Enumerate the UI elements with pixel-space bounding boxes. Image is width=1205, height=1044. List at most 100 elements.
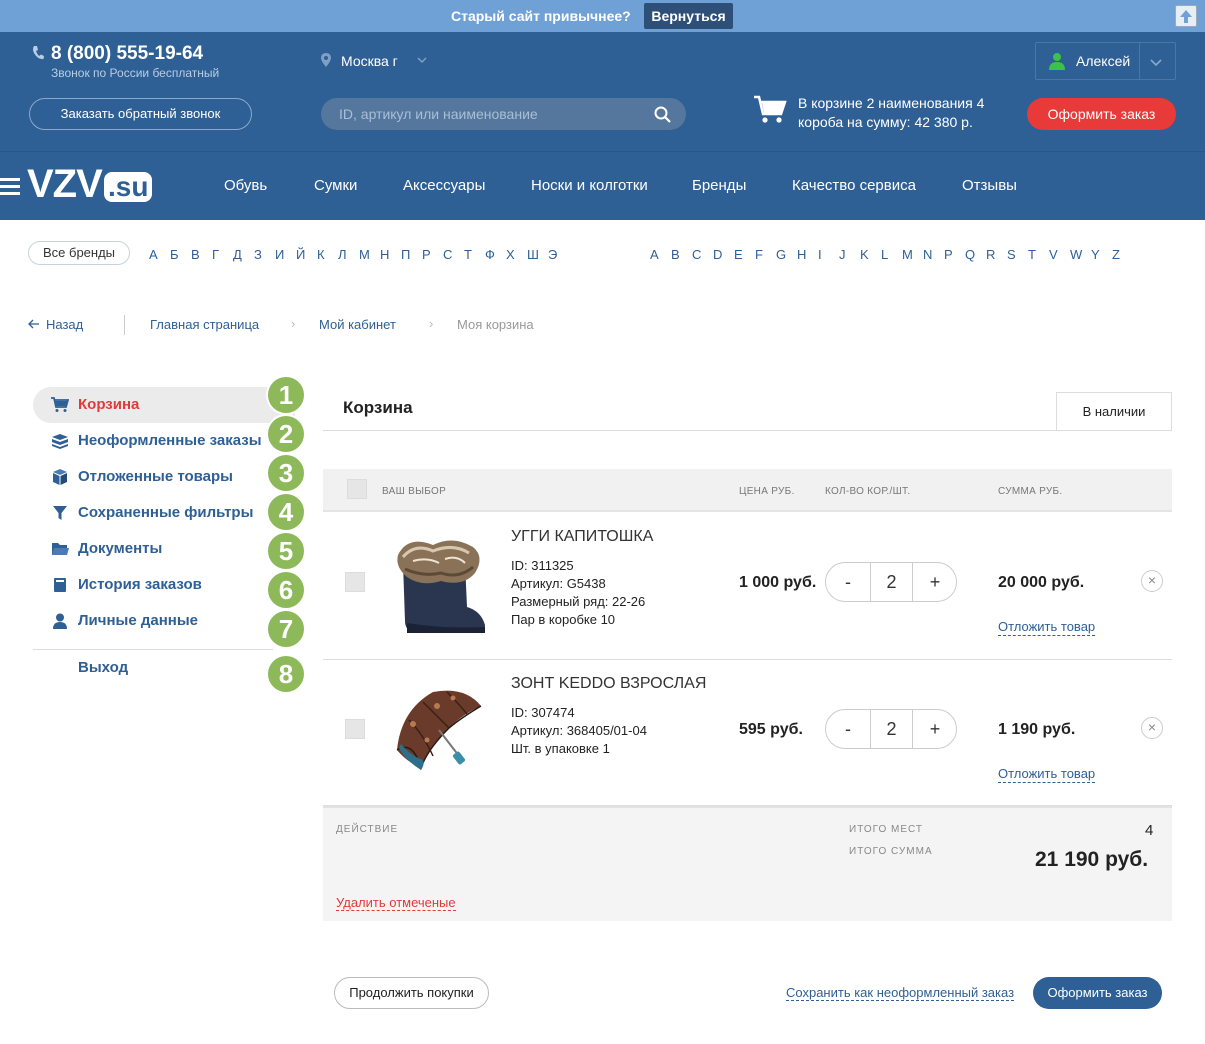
quantity-value[interactable]: 2 (870, 710, 913, 748)
product-name[interactable]: УГГИ КАПИТОШКА (511, 528, 653, 546)
remove-icon[interactable]: × (1141, 570, 1163, 592)
remove-icon[interactable]: × (1141, 717, 1163, 739)
brand-letter[interactable]: Z (1112, 247, 1120, 262)
brand-letter[interactable]: J (839, 247, 846, 262)
brand-letter[interactable]: Б (170, 247, 179, 262)
product-image[interactable] (393, 535, 488, 640)
brand-letter[interactable]: K (860, 247, 869, 262)
nav-item-accessories[interactable]: Аксессуары (403, 177, 485, 194)
return-button[interactable]: Вернуться (644, 3, 733, 29)
row-checkbox[interactable] (345, 572, 365, 592)
tab-in-stock[interactable]: В наличии (1056, 392, 1172, 431)
quantity-value[interactable]: 2 (870, 563, 913, 601)
sidebar-item-deferred[interactable]: Отложенные товары (33, 459, 295, 495)
sidebar-item-documents[interactable]: Документы (33, 531, 295, 567)
brand-letter[interactable]: A (650, 247, 659, 262)
continue-shopping-button[interactable]: Продолжить покупки (334, 977, 489, 1009)
sidebar-item-exit[interactable]: Выход (33, 650, 295, 686)
brand-letter[interactable]: Y (1091, 247, 1100, 262)
brand-letter[interactable]: Н (380, 247, 389, 262)
search-icon[interactable] (654, 106, 671, 123)
brand-letter[interactable]: В (191, 247, 200, 262)
brand-letter[interactable]: Т (464, 247, 472, 262)
increase-button[interactable]: + (913, 563, 957, 601)
brand-letter[interactable]: I (818, 247, 822, 262)
nav-item-bags[interactable]: Сумки (314, 177, 357, 194)
brand-letter[interactable]: R (986, 247, 995, 262)
brand-letter[interactable]: E (734, 247, 743, 262)
brand-letter[interactable]: Х (506, 247, 515, 262)
cart-icon[interactable] (753, 95, 787, 125)
brand-letter[interactable]: И (275, 247, 284, 262)
brand-letter[interactable]: А (149, 247, 158, 262)
defer-link[interactable]: Отложить товар (998, 766, 1096, 783)
brand-letter[interactable]: P (944, 247, 953, 262)
brand-letter[interactable]: T (1028, 247, 1036, 262)
decrease-button[interactable]: - (826, 563, 870, 601)
breadcrumb-cabinet[interactable]: Мой кабинет (319, 317, 396, 332)
increase-button[interactable]: + (913, 710, 957, 748)
brand-letter[interactable]: Э (548, 247, 557, 262)
brand-letter[interactable]: N (923, 247, 932, 262)
chevron-down-icon[interactable] (416, 54, 428, 66)
nav-item-service[interactable]: Качество сервиса (792, 177, 916, 194)
nav-item-socks[interactable]: Носки и колготки (531, 177, 648, 194)
sidebar-item-drafts[interactable]: Неоформленные заказы (33, 423, 295, 459)
brand-letter[interactable]: L (881, 247, 888, 262)
callback-button[interactable]: Заказать обратный звонок (29, 98, 252, 130)
brand-letter[interactable]: S (1007, 247, 1016, 262)
scroll-up-button[interactable] (1175, 5, 1197, 27)
menu-icon[interactable] (0, 176, 22, 198)
select-all-checkbox[interactable] (347, 479, 367, 499)
brand-letter[interactable]: D (713, 247, 722, 262)
brand-letter[interactable]: Л (338, 247, 347, 262)
site-logo[interactable]: VZV .su (0, 162, 160, 209)
brand-letter[interactable]: С (443, 247, 452, 262)
phone-number[interactable]: 8 (800) 555-19-64 (51, 43, 203, 65)
brand-letter[interactable]: М (359, 247, 370, 262)
brand-letter[interactable]: Д (233, 247, 242, 262)
all-brands-button[interactable]: Все бренды (28, 241, 130, 265)
defer-link[interactable]: Отложить товар (998, 619, 1096, 636)
brand-letter[interactable]: Ф (485, 247, 495, 262)
chevron-down-icon[interactable] (1149, 55, 1163, 69)
brand-letter[interactable]: M (902, 247, 913, 262)
brand-letter[interactable]: Q (965, 247, 975, 262)
sidebar-item-filters[interactable]: Сохраненные фильтры (33, 495, 295, 531)
decrease-button[interactable]: - (826, 710, 870, 748)
user-menu[interactable]: Алексей (1035, 42, 1176, 80)
brand-letter[interactable]: W (1070, 247, 1082, 262)
brand-letter[interactable]: З (254, 247, 262, 262)
brand-letter[interactable]: П (401, 247, 410, 262)
brand-letter[interactable]: F (755, 247, 763, 262)
save-draft-link[interactable]: Сохранить как неоформленный заказ (786, 985, 1015, 1001)
checkout-button[interactable]: Оформить заказ (1027, 98, 1176, 130)
brand-letter[interactable]: V (1049, 247, 1058, 262)
brand-letter[interactable]: К (317, 247, 325, 262)
sidebar-item-history[interactable]: История заказов (33, 567, 295, 603)
nav-item-brands[interactable]: Бренды (692, 177, 746, 194)
product-name[interactable]: ЗОНТ KEDDO ВЗРОСЛАЯ (511, 675, 706, 693)
sidebar-item-profile[interactable]: Личные данные (33, 603, 295, 639)
brand-letter[interactable]: H (797, 247, 806, 262)
breadcrumb-home[interactable]: Главная страница (150, 317, 259, 332)
city-selector[interactable]: Москва г (341, 53, 398, 69)
nav-item-shoes[interactable]: Обувь (224, 177, 267, 194)
brand-letter[interactable]: Ш (527, 247, 539, 262)
arrow-left-icon[interactable] (28, 319, 40, 329)
back-link[interactable]: Назад (46, 317, 83, 332)
nav-item-reviews[interactable]: Отзывы (962, 177, 1017, 194)
search-input[interactable] (339, 104, 639, 124)
brand-letter[interactable]: G (776, 247, 786, 262)
brand-letter[interactable]: Г (212, 247, 219, 262)
brand-letter[interactable]: Р (422, 247, 431, 262)
product-image[interactable] (393, 684, 488, 779)
delete-marked-link[interactable]: Удалить отмеченые (336, 895, 456, 911)
brand-letter[interactable]: C (692, 247, 701, 262)
sidebar-item-cart[interactable]: Корзина (33, 387, 295, 423)
row-checkbox[interactable] (345, 719, 365, 739)
cart-summary[interactable]: В корзине 2 наименования 4 короба на сум… (798, 94, 1008, 132)
place-order-button[interactable]: Оформить заказ (1033, 977, 1162, 1009)
brand-letter[interactable]: Й (296, 247, 305, 262)
brand-letter[interactable]: B (671, 247, 680, 262)
